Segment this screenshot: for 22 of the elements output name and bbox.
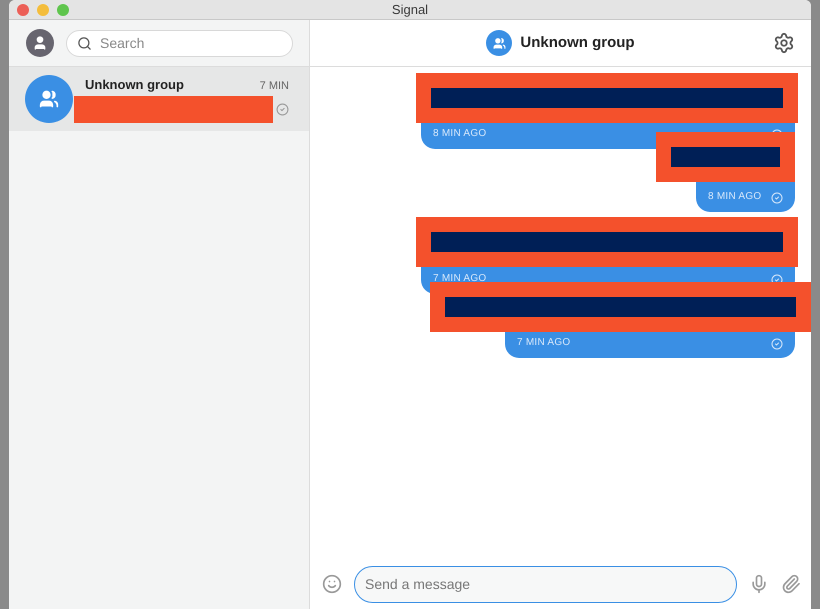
- group-icon: [39, 89, 59, 109]
- search-icon: [77, 36, 92, 50]
- message-time: 8 MIN AGO: [708, 190, 762, 204]
- zoom-button[interactable]: [57, 4, 69, 16]
- close-button[interactable]: [17, 4, 29, 16]
- conversation-name: Unknown group: [85, 76, 184, 94]
- settings-icon[interactable]: [773, 32, 795, 54]
- attachment-icon[interactable]: [781, 574, 801, 594]
- search-input[interactable]: Search: [100, 32, 282, 54]
- emoji-icon[interactable]: [322, 574, 342, 594]
- search-field[interactable]: Search: [66, 30, 293, 56]
- profile-avatar[interactable]: [26, 29, 54, 57]
- window-title: Signal: [392, 0, 428, 19]
- conversation-item[interactable]: Unknown group 7 MIN: [9, 67, 309, 131]
- message-time: 7 MIN AGO: [433, 272, 486, 286]
- message-time: 8 MIN AGO: [433, 127, 486, 141]
- message-time: 7 MIN AGO: [517, 336, 570, 350]
- person-icon: [32, 35, 48, 51]
- conversation-time: 7 MIN: [260, 78, 289, 94]
- message-input[interactable]: Send a message: [354, 566, 737, 602]
- chat-title: Unknown group: [520, 32, 635, 53]
- group-icon: [492, 36, 506, 50]
